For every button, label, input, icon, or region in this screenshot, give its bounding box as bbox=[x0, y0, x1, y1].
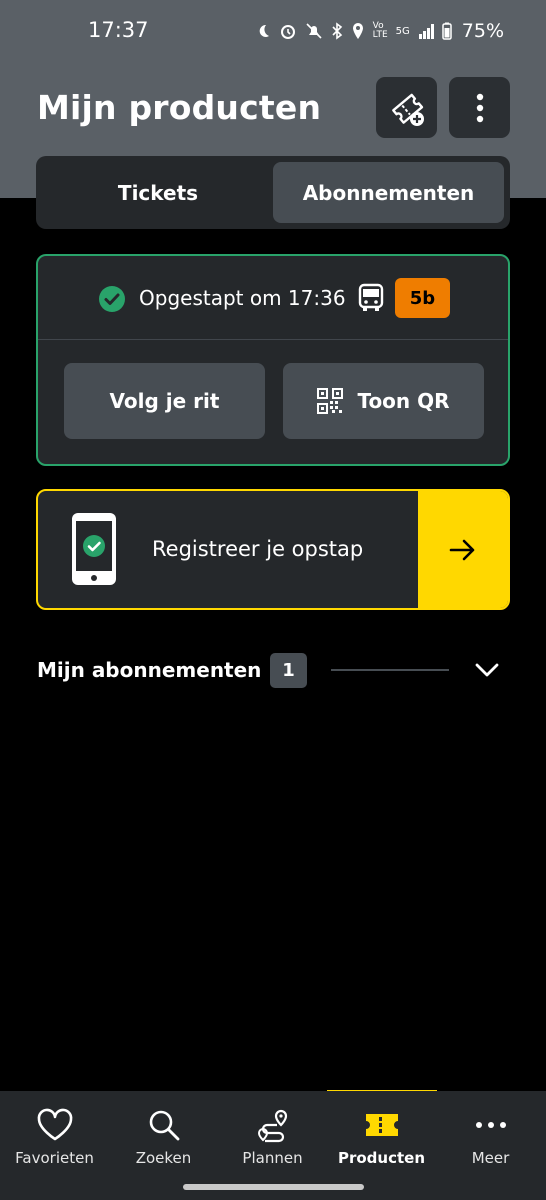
signal-icon bbox=[418, 24, 434, 39]
check-circle-icon bbox=[99, 286, 125, 312]
volte-label: Vo LTE bbox=[372, 21, 388, 40]
bluetooth-icon bbox=[332, 22, 342, 40]
qr-code-icon bbox=[317, 388, 344, 414]
more-options-button[interactable] bbox=[449, 77, 510, 138]
more-horizontal-icon bbox=[475, 1122, 506, 1128]
register-arrow-button[interactable] bbox=[418, 491, 508, 608]
network-label: 5G bbox=[395, 25, 410, 37]
line-badge: 5b bbox=[395, 278, 450, 318]
arrow-right-icon bbox=[449, 539, 475, 560]
product-tabs: Tickets Abonnementen bbox=[36, 156, 510, 229]
chevron-down-icon[interactable] bbox=[474, 658, 500, 682]
checkin-card: Opgestapt om 17:36 5b Volg je rit Toon Q… bbox=[36, 254, 510, 466]
status-icons: Vo LTE 5G 75% bbox=[255, 20, 504, 42]
add-ticket-button[interactable] bbox=[376, 77, 437, 138]
phone-check-icon bbox=[72, 513, 116, 585]
status-time: 17:37 bbox=[88, 18, 149, 42]
alarm-icon bbox=[280, 25, 295, 39]
checkin-status-row: Opgestapt om 17:36 5b bbox=[38, 256, 508, 340]
home-indicator[interactable] bbox=[183, 1184, 364, 1190]
tab-tickets[interactable]: Tickets bbox=[42, 162, 274, 223]
battery-level: 75% bbox=[461, 20, 504, 42]
moon-icon bbox=[259, 24, 269, 37]
add-ticket-icon bbox=[391, 93, 424, 126]
follow-trip-button[interactable]: Volg je rit bbox=[64, 363, 265, 439]
nav-item-meer[interactable]: Meer bbox=[436, 1091, 545, 1200]
nav-label: Meer bbox=[471, 1149, 510, 1167]
register-checkin-card[interactable]: Registreer je opstap bbox=[36, 489, 510, 610]
subscriptions-title: Mijn abonnementen bbox=[37, 658, 262, 682]
nav-label: Producten bbox=[337, 1149, 426, 1167]
show-qr-label: Toon QR bbox=[357, 389, 450, 413]
subscriptions-count-badge: 1 bbox=[270, 653, 307, 688]
subscriptions-divider bbox=[331, 669, 449, 671]
nav-label: Plannen bbox=[242, 1149, 303, 1167]
tab-abonnementen[interactable]: Abonnementen bbox=[273, 162, 504, 223]
heart-icon bbox=[37, 1108, 72, 1141]
bus-icon bbox=[358, 283, 384, 311]
more-vertical-icon bbox=[476, 93, 483, 122]
register-label: Registreer je opstap bbox=[152, 537, 364, 561]
checkin-status-text: Opgestapt om 17:36 bbox=[139, 286, 346, 310]
search-icon bbox=[149, 1110, 179, 1141]
page-title: Mijn producten bbox=[37, 88, 322, 127]
route-icon bbox=[257, 1109, 287, 1143]
battery-icon bbox=[442, 22, 452, 40]
nav-item-favorieten[interactable]: Favorieten bbox=[0, 1091, 109, 1200]
nav-label: Zoeken bbox=[135, 1149, 192, 1167]
location-icon bbox=[352, 23, 363, 39]
follow-trip-label: Volg je rit bbox=[109, 389, 220, 413]
show-qr-button[interactable]: Toon QR bbox=[283, 363, 484, 439]
mute-icon bbox=[306, 23, 322, 39]
ticket-icon bbox=[365, 1114, 398, 1136]
nav-label: Favorieten bbox=[15, 1149, 94, 1167]
